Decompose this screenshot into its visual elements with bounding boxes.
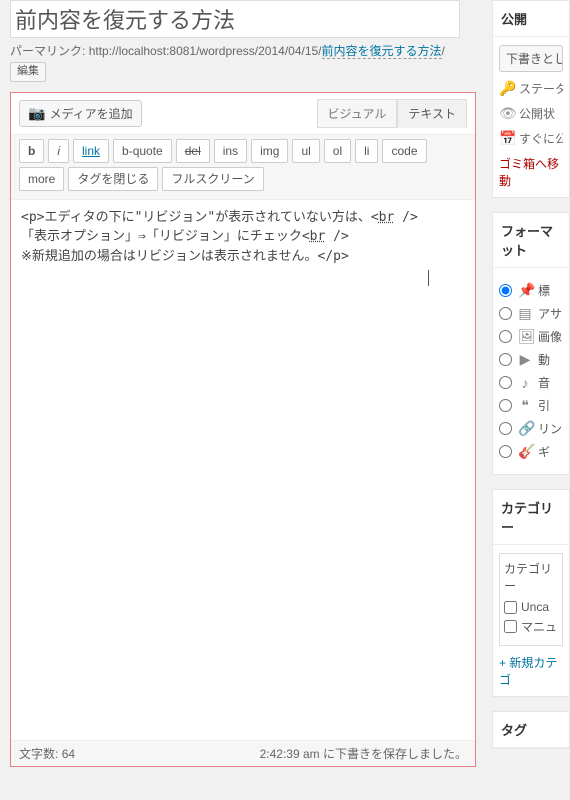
qt-blockquote[interactable]: b-quote — [113, 139, 172, 163]
text-cursor — [428, 270, 429, 286]
format-box: フォーマット 📌標▤アサ🖼画像▶動♪音❝引🔗リン🎸ギ — [492, 212, 570, 475]
qt-ol[interactable]: ol — [324, 139, 351, 163]
format-radio[interactable] — [499, 353, 512, 366]
format-radio[interactable] — [499, 399, 512, 412]
category-tab[interactable]: カテゴリー — [504, 560, 558, 594]
calendar-icon: 📅 — [499, 130, 513, 147]
schedule-label: すぐに公 — [519, 130, 563, 147]
format-label: 画像 — [538, 328, 562, 345]
permalink-slug[interactable]: 前内容を復元する方法 — [322, 44, 442, 59]
format-label: 引 — [538, 397, 550, 414]
category-title: カテゴリー — [493, 490, 569, 545]
qt-bold[interactable]: b — [19, 139, 44, 163]
format-option[interactable]: ❝引 — [499, 397, 563, 414]
content-textarea[interactable]: <p>エディタの下に"リビジョン"が表示されていない方は、<br />「表示オプ… — [11, 200, 475, 740]
eye-icon: 👁 — [499, 105, 513, 122]
media-icon: 📷 — [28, 105, 45, 122]
permalink-url-prefix: http://localhost:8081/wordpress/2014/04/… — [89, 44, 322, 58]
qt-img[interactable]: img — [251, 139, 288, 163]
add-media-label: メディアを追加 — [49, 105, 132, 122]
tab-visual[interactable]: ビジュアル — [317, 99, 398, 128]
format-icon: 🔗 — [518, 420, 532, 437]
format-option[interactable]: 📌標 — [499, 282, 563, 299]
edit-slug-button[interactable]: 編集 — [10, 62, 46, 82]
qt-link[interactable]: link — [73, 139, 109, 163]
add-media-button[interactable]: 📷 メディアを追加 — [19, 100, 142, 127]
qt-fullscreen[interactable]: フルスクリーン — [162, 167, 263, 191]
format-label: リン — [538, 420, 562, 437]
format-icon: 🖼 — [518, 328, 532, 345]
word-count-label: 文字数: — [19, 747, 58, 761]
category-label: マニュ — [521, 618, 557, 635]
publish-title: 公開 — [493, 1, 569, 37]
qt-li[interactable]: li — [355, 139, 378, 163]
status-label: ステータ — [519, 80, 563, 97]
category-item[interactable]: Unca — [504, 600, 558, 614]
format-label: 動 — [538, 351, 550, 368]
category-label: Unca — [521, 600, 549, 614]
qt-ins[interactable]: ins — [214, 139, 247, 163]
format-radio[interactable] — [499, 307, 512, 320]
format-option[interactable]: ♪音 — [499, 374, 563, 391]
post-title-input[interactable]: 前内容を復元する方法 — [10, 0, 460, 38]
format-label: 標 — [538, 282, 550, 299]
qt-more[interactable]: more — [19, 167, 64, 191]
tab-text[interactable]: テキスト — [397, 99, 467, 128]
format-label: 音 — [538, 374, 550, 391]
format-icon: ▶ — [518, 351, 532, 368]
format-option[interactable]: 🎸ギ — [499, 443, 563, 460]
category-box: カテゴリー カテゴリー Unca マニュ + 新規カテゴ — [492, 489, 570, 697]
format-icon: ❝ — [518, 397, 532, 414]
qt-del[interactable]: del — [176, 139, 210, 163]
format-icon: ♪ — [518, 375, 532, 391]
category-checkbox[interactable] — [504, 620, 517, 633]
format-option[interactable]: ▤ アサ — [499, 305, 563, 322]
format-icon: 🎸 — [518, 443, 532, 460]
qt-italic[interactable]: i — [48, 139, 69, 163]
format-radio[interactable] — [499, 422, 512, 435]
permalink-label: パーマリンク: — [10, 44, 85, 58]
category-checkbox[interactable] — [504, 601, 517, 614]
format-label: ギ — [538, 443, 550, 460]
editor-container: 📷 メディアを追加 ビジュアル テキスト b i link b-quote de… — [10, 92, 476, 767]
tags-box: タグ — [492, 711, 570, 749]
format-title: フォーマット — [493, 213, 569, 268]
tags-title: タグ — [493, 712, 569, 748]
qt-ul[interactable]: ul — [292, 139, 319, 163]
qt-code[interactable]: code — [382, 139, 426, 163]
word-count-value: 64 — [62, 747, 75, 761]
format-radio[interactable] — [499, 330, 512, 343]
save-draft-button[interactable]: 下書きとし — [499, 45, 563, 72]
key-icon: 🔑 — [499, 80, 513, 97]
qt-close-tags[interactable]: タグを閉じる — [68, 167, 158, 191]
quicktag-toolbar: b i link b-quote del ins img ul ol li co… — [11, 134, 475, 200]
format-radio[interactable] — [499, 284, 512, 297]
format-option[interactable]: 🔗 リン — [499, 420, 563, 437]
permalink-row: パーマリンク: http://localhost:8081/wordpress/… — [10, 42, 476, 82]
format-label: アサ — [538, 305, 562, 322]
format-radio[interactable] — [499, 376, 512, 389]
format-option[interactable]: ▶動 — [499, 351, 563, 368]
word-count: 文字数: 64 — [19, 745, 75, 762]
format-option[interactable]: 🖼 画像 — [499, 328, 563, 345]
format-icon: 📌 — [518, 282, 532, 299]
publish-box: 公開 下書きとし 🔑 ステータ 👁 公開状 📅 すぐに公 ゴミ箱へ移動 — [492, 0, 570, 198]
format-radio[interactable] — [499, 445, 512, 458]
category-item[interactable]: マニュ — [504, 618, 558, 635]
format-icon: ▤ — [518, 305, 532, 322]
visibility-label: 公開状 — [519, 105, 555, 122]
move-to-trash[interactable]: ゴミ箱へ移動 — [499, 155, 563, 189]
autosave-status: 2:42:39 am に下書きを保存しました。 — [260, 745, 467, 762]
add-new-category[interactable]: + 新規カテゴ — [499, 654, 563, 688]
